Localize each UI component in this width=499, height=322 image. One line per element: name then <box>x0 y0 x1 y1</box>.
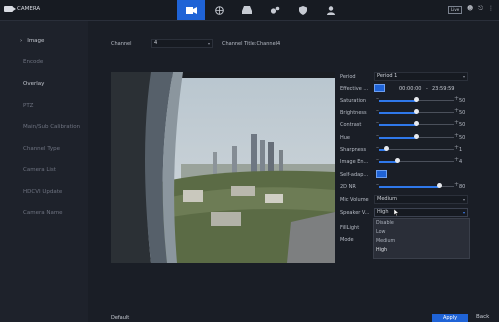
security-tab[interactable] <box>289 0 317 20</box>
more-icon[interactable]: ⋮ <box>488 5 494 13</box>
storage-tab[interactable] <box>233 0 261 20</box>
camera-scene-image <box>111 72 335 263</box>
option-disable[interactable]: Disable <box>376 221 394 226</box>
sharpness-label: Sharpness <box>340 147 367 153</box>
sidebar-item-camera-list[interactable]: Camera List <box>0 163 88 178</box>
brightness-slider[interactable]: – <box>376 107 454 116</box>
mode-label: Mode <box>340 237 354 243</box>
slider-knob[interactable] <box>395 158 401 163</box>
channel-select[interactable]: 4 ▾ <box>151 39 213 48</box>
sidebar-item-image[interactable]: › Image <box>0 34 88 49</box>
slider-knob[interactable] <box>414 109 419 114</box>
mic-volume-select[interactable]: Medium ▾ <box>374 195 468 204</box>
period-label: Period <box>340 74 356 80</box>
chevron-down-icon: ▾ <box>207 41 210 46</box>
effective-end-time[interactable]: 23:59:59 <box>432 86 454 92</box>
chevron-right-icon: › <box>20 38 23 44</box>
hue-value: 50 <box>459 135 466 141</box>
saturation-label: Saturation <box>340 98 367 104</box>
fill-light-label: FillLight <box>340 225 360 231</box>
sidebar-item-encode[interactable]: Encode <box>0 55 88 70</box>
brightness-label: Brightness <box>340 110 367 116</box>
shield-icon <box>299 5 307 15</box>
saturation-slider[interactable]: – <box>376 95 454 104</box>
logout-icon[interactable]: ⎋ <box>478 5 483 13</box>
2d-nr-value: 80 <box>459 184 466 190</box>
image-enhance-value: 4 <box>459 159 463 165</box>
live-badge[interactable]: Live <box>448 6 463 14</box>
image-enhance-slider[interactable]: – <box>376 156 454 165</box>
period-select[interactable]: Period 1 ▾ <box>374 72 468 81</box>
channel-label: Channel <box>111 41 132 47</box>
chevron-down-icon: ▾ <box>462 74 465 79</box>
camera-icon <box>185 6 197 14</box>
app-title-text: CAMERA <box>17 6 41 12</box>
video-preview[interactable] <box>111 72 335 263</box>
sharpness-value: 1 <box>459 147 463 153</box>
mouse-cursor-icon <box>394 209 399 216</box>
sidebar-item-overlay[interactable]: Overlay <box>0 77 88 92</box>
default-button[interactable]: Default <box>111 315 129 321</box>
storage-icon <box>242 6 252 14</box>
back-button[interactable]: Back <box>476 314 489 320</box>
chevron-down-icon: ▾ <box>462 197 465 202</box>
effective-checkbox[interactable] <box>374 84 385 92</box>
network-tab[interactable] <box>205 0 233 20</box>
sidebar: › Image Encode Overlay PTZ Main/Sub Calib… <box>0 21 88 322</box>
self-adapt-checkbox[interactable] <box>376 170 387 178</box>
slider-knob[interactable] <box>414 134 419 139</box>
sidebar-item-channel-type[interactable]: Channel Type <box>0 142 88 157</box>
hue-slider[interactable]: – <box>376 132 454 141</box>
sidebar-item-camera-name[interactable]: Camera Name <box>0 206 88 221</box>
saturation-value: 50 <box>459 98 466 104</box>
app-title: CAMERA <box>4 6 40 12</box>
camera-icon <box>4 6 16 12</box>
slider-knob[interactable] <box>436 183 442 188</box>
user-icon <box>326 5 335 15</box>
apply-button[interactable]: Apply <box>432 314 468 322</box>
time-separator: - <box>426 86 428 92</box>
contrast-value: 50 <box>459 122 466 128</box>
slider-knob[interactable] <box>414 97 419 102</box>
hue-label: Hue <box>340 135 351 141</box>
settings-tab[interactable] <box>261 0 289 20</box>
effective-start-time[interactable]: 00:00:00 <box>399 86 421 92</box>
self-adapt-label: Self-adap... <box>340 172 369 178</box>
camera-tab[interactable] <box>177 0 205 20</box>
sidebar-item-hdcvi-update[interactable]: HDCVI Update <box>0 185 88 200</box>
slider-knob[interactable] <box>384 146 389 151</box>
contrast-label: Contrast <box>340 122 362 128</box>
speaker-volume-label: Speaker V... <box>340 210 370 216</box>
sharpness-slider[interactable]: – <box>376 144 454 153</box>
option-low[interactable]: Low <box>376 230 385 235</box>
main-tabs <box>177 0 345 20</box>
contrast-slider[interactable]: – <box>376 119 454 128</box>
effective-label: Effective ... <box>340 86 369 92</box>
top-bar: CAMERA Live ☻ ⎋ ⋮ <box>0 0 499 21</box>
2d-nr-slider[interactable]: – <box>376 181 454 190</box>
option-high[interactable]: High <box>376 248 387 253</box>
image-enhance-label: Image En... <box>340 159 369 165</box>
2d-nr-label: 2D NR <box>340 184 356 190</box>
user-icon[interactable]: ☻ <box>467 5 473 13</box>
slider-knob[interactable] <box>414 121 419 126</box>
speaker-volume-dropdown: Disable Low Medium High <box>373 218 470 259</box>
mic-volume-label: Mic Volume <box>340 197 369 203</box>
chevron-down-icon: ▾ <box>462 210 465 215</box>
channel-title: Channel Title:Channel4 <box>222 41 281 47</box>
speaker-volume-select[interactable]: High ▾ <box>374 208 468 217</box>
option-medium[interactable]: Medium <box>376 239 395 244</box>
network-icon <box>214 5 224 15</box>
brightness-value: 50 <box>459 110 466 116</box>
sidebar-item-ptz[interactable]: PTZ <box>0 99 88 114</box>
top-right-icons: ☻ ⎋ ⋮ <box>467 5 494 13</box>
sidebar-item-calibration[interactable]: Main/Sub Calibration <box>0 120 88 135</box>
settings-icon <box>270 6 280 14</box>
account-tab[interactable] <box>317 0 345 20</box>
